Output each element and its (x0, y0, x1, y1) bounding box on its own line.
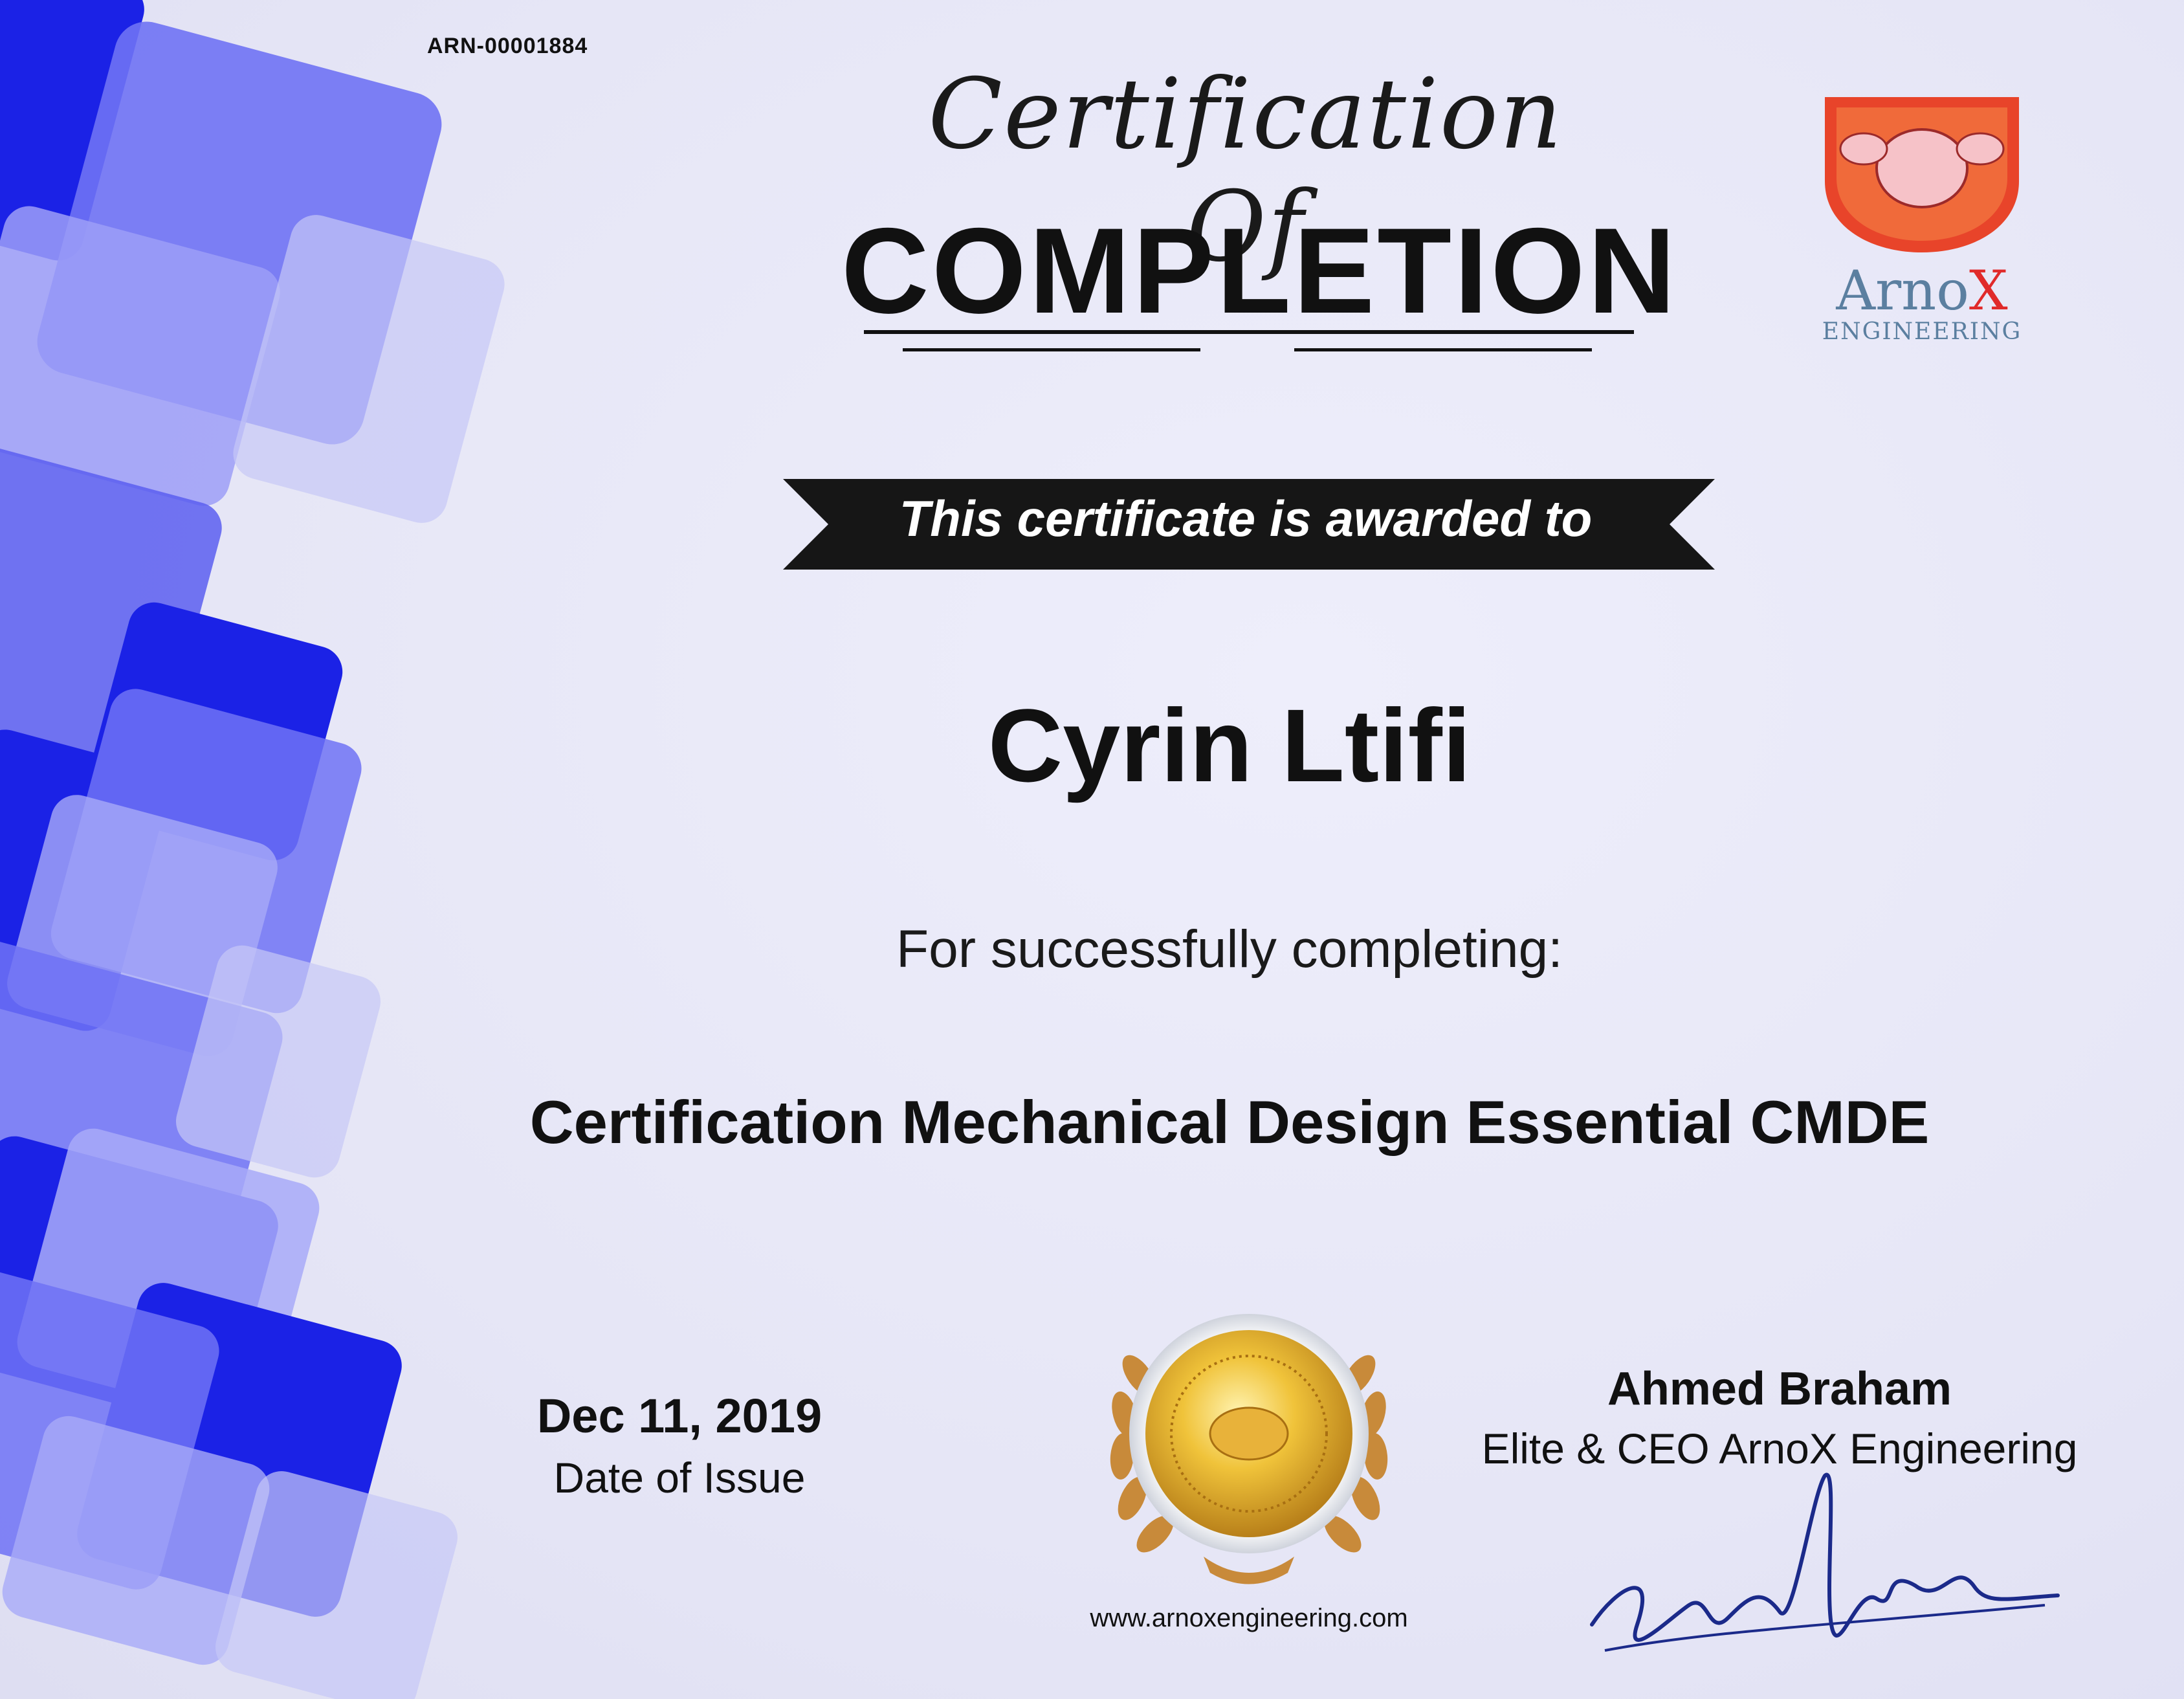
title-underline-right (1294, 348, 1592, 351)
decorative-tiles (0, 0, 531, 1699)
main-title: COMPLETION (841, 203, 1679, 339)
brand-name: ArnoX (1836, 259, 2008, 322)
ribbon-text: This certificate is awarded to (899, 490, 1593, 547)
signature-icon (1590, 1472, 2060, 1652)
issue-date-label: Date of Issue (553, 1454, 806, 1502)
completion-statement: For successfully completing: (896, 920, 1563, 979)
issue-date: Dec 11, 2019 (536, 1389, 822, 1443)
website-link[interactable]: www.arnoxengineering.com (1009, 1604, 1488, 1633)
certificate-id: ARN-00001884 (427, 34, 588, 58)
signer-name: Ahmed Braham (1607, 1363, 1952, 1415)
title-underline-left (903, 348, 1200, 351)
recipient-name: Cyrin Ltifi (987, 687, 1472, 803)
course-title: Certification Mechanical Design Essentia… (529, 1088, 1930, 1156)
brand-subtitle: ENGINEERING (1822, 318, 2022, 345)
arnox-shield-logo-icon (1825, 97, 2019, 252)
gold-seal-icon (1110, 1314, 1388, 1584)
title-underline-long (864, 330, 1634, 334)
